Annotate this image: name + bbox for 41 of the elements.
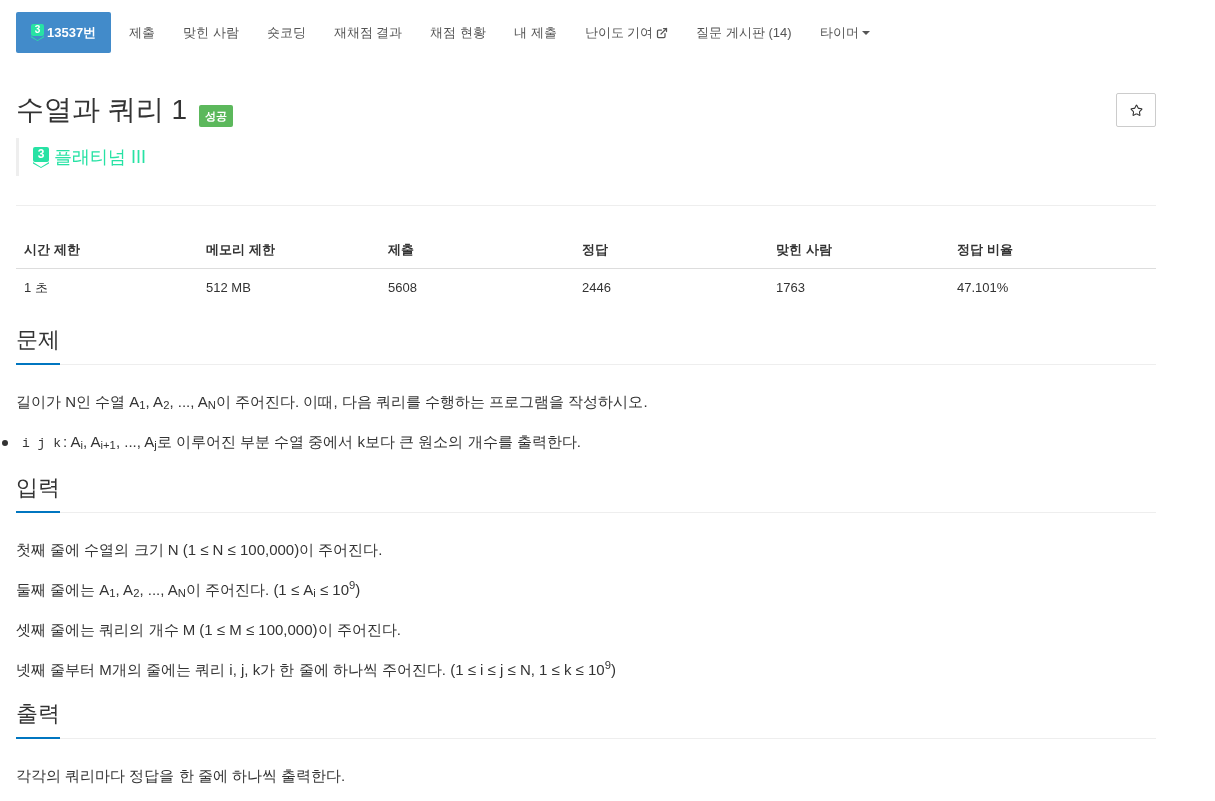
column-header: 시간 제한 [24, 242, 80, 257]
nav-tab[interactable]: 숏코딩 [252, 12, 320, 53]
section-title: 입력 [16, 472, 60, 513]
nav-tab[interactable]: 제출 [115, 12, 170, 53]
nav-tab[interactable]: 난이도 기여 [570, 12, 683, 53]
table-cell: 1763 [776, 279, 805, 295]
paragraph: 길이가 N인 수열 A$_{1}$, A$_{2}$, ..., A$_{N}$이 주어진다. 이때, 다음 쿼리를 수행하는 프로그램을 작성하시오. [16, 391, 648, 413]
query-description: i j k: A$_{i}$, A$_{i+1}$, ..., A$_{j}$로 이루어진 부분 수열 중에서 k보다 큰 원소의 개수를 출력한다. [21, 431, 581, 454]
problem-tab[interactable]: 3 13537번 [16, 12, 112, 53]
nav-tab[interactable]: 내 제출 [500, 12, 571, 53]
bookmark-button[interactable] [1116, 93, 1156, 127]
problem-number: 13537번 [47, 23, 97, 42]
problem-title: 수열과 쿼리 1 [16, 93, 188, 127]
table-cell: 1 초 [24, 279, 48, 295]
section-title: 문제 [16, 324, 60, 365]
external-link-icon [656, 26, 669, 39]
column-header: 맞힌 사람 [776, 242, 832, 257]
paragraph: 넷째 줄부터 M개의 줄에는 쿼리 i, j, k가 한 줄에 하나씩 주어진다. (1 ≤ i ≤ j ≤ N, 1 ≤ k ≤ 10$^{9}$) [16, 658, 616, 680]
paragraph: 둘째 줄에는 A$_{1}$, A$_{2}$, ..., A$_{N}$이 주어진다. (1 ≤ A$_{i}$ ≤ 10$^{9}$) [16, 578, 361, 601]
nav-tab[interactable]: 맞힌 사람 [169, 12, 253, 53]
nav-tab[interactable]: 질문 게시판 (14) [682, 12, 806, 53]
nav-tab[interactable]: 채점 현황 [416, 12, 501, 53]
table-cell: 5608 [388, 279, 417, 295]
section-title: 출력 [16, 698, 60, 739]
nav-tab-label: 타이머 [819, 23, 859, 42]
dropdown-tab[interactable]: 타이머 [805, 12, 884, 53]
column-header: 정답 [582, 242, 608, 257]
table-cell: 512 MB [206, 279, 251, 295]
column-header: 제출 [388, 242, 414, 257]
column-header: 메모리 제한 [206, 242, 275, 257]
caret-icon [861, 30, 870, 35]
paragraph: 셋째 줄에는 쿼리의 개수 M (1 ≤ M ≤ 100,000)이 주어진다. [16, 619, 401, 640]
table-cell: 2446 [582, 279, 611, 295]
nav-tab[interactable]: 재채점 결과 [319, 12, 417, 53]
column-header: 정답 비율 [957, 242, 1013, 257]
nav-tab-label: 난이도 기여 [584, 23, 654, 42]
paragraph: 첫째 줄에 수열의 크기 N (1 ≤ N ≤ 100,000)이 주어진다. [16, 539, 383, 560]
paragraph: 각각의 쿼리마다 정답을 한 줄에 하나씩 출력한다. [16, 765, 346, 786]
table-cell: 47.101% [957, 279, 1009, 295]
bullet-icon [2, 439, 8, 446]
result-badge: 성공 [199, 105, 234, 127]
